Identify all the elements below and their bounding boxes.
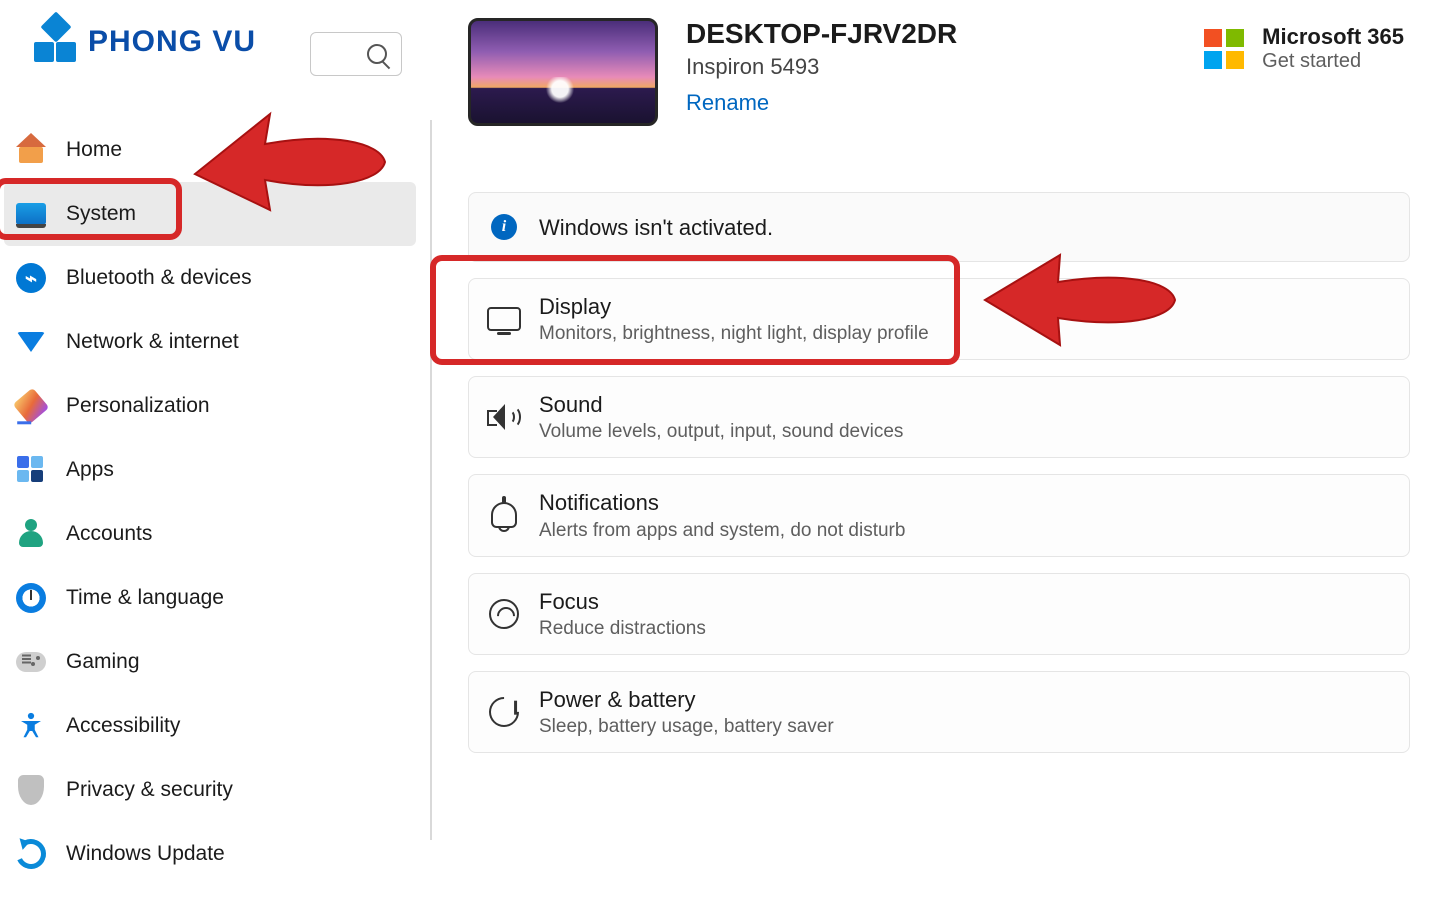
- rename-link[interactable]: Rename: [686, 90, 769, 116]
- sidebar-item-network[interactable]: Network & internet: [4, 310, 416, 374]
- clock-globe-icon: [14, 581, 48, 615]
- activation-banner[interactable]: i Windows isn't activated.: [468, 192, 1410, 262]
- cards-list: i Windows isn't activated. Display Monit…: [468, 192, 1410, 753]
- sidebar-item-accounts[interactable]: Accounts: [4, 502, 416, 566]
- home-icon: [14, 133, 48, 167]
- card-sub: Volume levels, output, input, sound devi…: [539, 421, 903, 443]
- apps-icon: [14, 453, 48, 487]
- sidebar-item-label: Privacy & security: [66, 778, 233, 802]
- card-title: Sound: [539, 393, 903, 417]
- device-thumbnail: [468, 18, 658, 126]
- focus-icon: [489, 599, 519, 629]
- paintbrush-icon: [14, 389, 48, 423]
- sidebar-item-accessibility[interactable]: Accessibility: [4, 694, 416, 758]
- shield-icon: [14, 773, 48, 807]
- sidebar-item-time-language[interactable]: Time & language: [4, 566, 416, 630]
- sidebar-item-label: Apps: [66, 458, 114, 482]
- sidebar-item-system[interactable]: System: [4, 182, 416, 246]
- card-sub: Reduce distractions: [539, 618, 706, 640]
- card-notifications[interactable]: Notifications Alerts from apps and syste…: [468, 474, 1410, 556]
- card-sub: Sleep, battery usage, battery saver: [539, 716, 834, 738]
- sidebar-item-apps[interactable]: Apps: [4, 438, 416, 502]
- settings-window: PHONG VU Home System ⌁ Bluetooth & devic…: [0, 0, 1440, 900]
- sidebar-item-label: Time & language: [66, 586, 224, 610]
- main-content: DESKTOP-FJRV2DR Inspiron 5493 Rename Mic…: [420, 0, 1440, 900]
- sidebar-item-label: Network & internet: [66, 330, 239, 354]
- card-sub: Monitors, brightness, night light, displ…: [539, 323, 929, 345]
- microsoft-logo-icon: [1204, 29, 1244, 69]
- device-name: DESKTOP-FJRV2DR: [686, 18, 957, 50]
- system-icon: [14, 197, 48, 231]
- card-title: Power & battery: [539, 688, 834, 712]
- sidebar-item-gaming[interactable]: Gaming: [4, 630, 416, 694]
- ms365-title: Microsoft 365: [1262, 24, 1404, 50]
- card-sub: Alerts from apps and system, do not dist…: [539, 520, 905, 542]
- sidebar-item-personalization[interactable]: Personalization: [4, 374, 416, 438]
- sidebar-nav: Home System ⌁ Bluetooth & devices Networ…: [0, 90, 420, 886]
- sidebar-item-label: Bluetooth & devices: [66, 266, 252, 290]
- accessibility-icon: [14, 709, 48, 743]
- sidebar-item-label: Windows Update: [66, 842, 225, 866]
- sound-icon: [487, 402, 521, 432]
- card-power[interactable]: Power & battery Sleep, battery usage, ba…: [468, 671, 1410, 753]
- power-icon: [483, 691, 525, 733]
- bluetooth-icon: ⌁: [14, 261, 48, 295]
- search-icon: [367, 44, 387, 64]
- card-sound[interactable]: Sound Volume levels, output, input, soun…: [468, 376, 1410, 458]
- display-icon: [487, 307, 521, 331]
- sidebar-item-label: Gaming: [66, 650, 140, 674]
- system-header: DESKTOP-FJRV2DR Inspiron 5493 Rename Mic…: [468, 18, 1410, 126]
- card-title: Display: [539, 295, 929, 319]
- sidebar-item-label: System: [66, 202, 136, 226]
- update-icon: [14, 837, 48, 871]
- watermark-text: PHONG VU: [88, 25, 256, 59]
- sidebar-item-windows-update[interactable]: Windows Update: [4, 822, 416, 886]
- bell-icon: [491, 502, 517, 528]
- card-focus[interactable]: Focus Reduce distractions: [468, 573, 1410, 655]
- ms365-tile[interactable]: Microsoft 365 Get started: [1204, 18, 1410, 73]
- card-title: Focus: [539, 590, 706, 614]
- watermark-logo: PHONG VU: [24, 12, 264, 72]
- ms365-sub: Get started: [1262, 50, 1404, 73]
- sidebar: PHONG VU Home System ⌁ Bluetooth & devic…: [0, 0, 420, 900]
- sidebar-item-label: Personalization: [66, 394, 210, 418]
- sidebar-item-bluetooth[interactable]: ⌁ Bluetooth & devices: [4, 246, 416, 310]
- sidebar-item-label: Home: [66, 138, 122, 162]
- wifi-icon: [14, 325, 48, 359]
- activation-text: Windows isn't activated.: [539, 216, 773, 240]
- card-display[interactable]: Display Monitors, brightness, night ligh…: [468, 278, 1410, 360]
- sidebar-item-privacy[interactable]: Privacy & security: [4, 758, 416, 822]
- person-icon: [14, 517, 48, 551]
- phongvu-logo-icon: [32, 18, 80, 66]
- info-icon: i: [491, 214, 517, 240]
- sidebar-item-home[interactable]: Home: [4, 118, 416, 182]
- sidebar-item-label: Accounts: [66, 522, 152, 546]
- device-meta: DESKTOP-FJRV2DR Inspiron 5493 Rename: [686, 18, 957, 116]
- device-model: Inspiron 5493: [686, 54, 957, 80]
- card-title: Notifications: [539, 491, 905, 515]
- search-input[interactable]: [310, 32, 402, 76]
- gamepad-icon: [14, 645, 48, 679]
- sidebar-item-label: Accessibility: [66, 714, 180, 738]
